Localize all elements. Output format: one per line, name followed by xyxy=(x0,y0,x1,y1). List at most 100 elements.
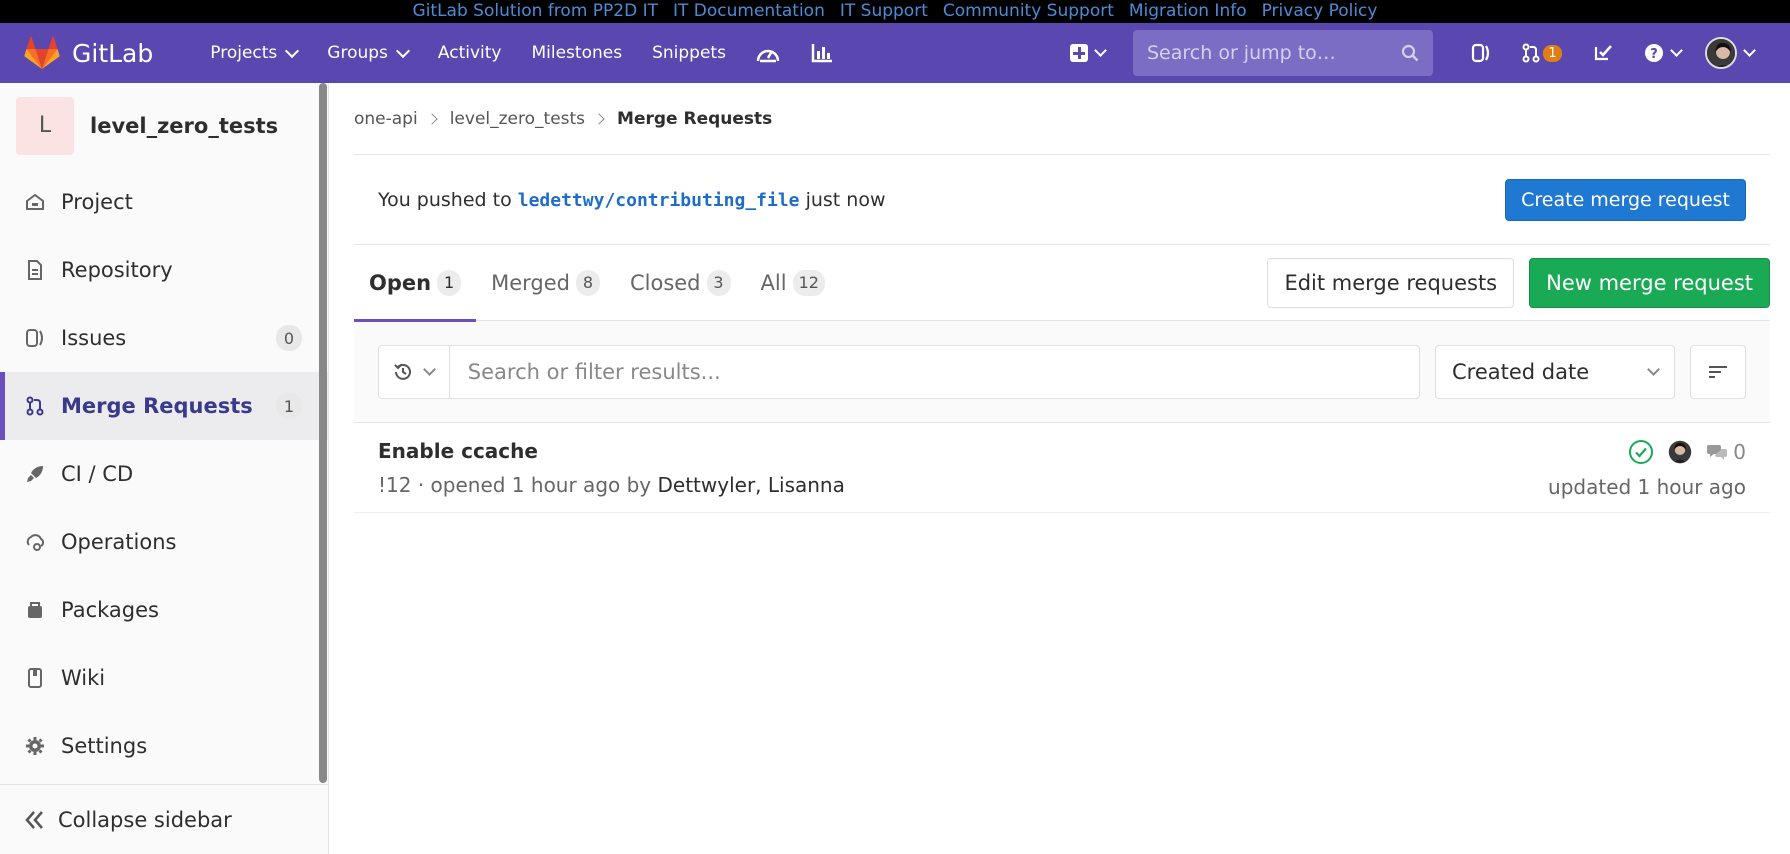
sidebar-item-wiki[interactable]: Wiki xyxy=(0,644,328,712)
chevron-down-icon xyxy=(1743,44,1756,57)
sidebar-item-packages[interactable]: Packages xyxy=(0,576,328,644)
breadcrumb-project[interactable]: level_zero_tests xyxy=(450,109,585,129)
nav-milestones[interactable]: Milestones xyxy=(516,23,637,83)
header-link-migration-info[interactable]: Migration Info xyxy=(1129,0,1247,23)
edit-merge-requests-button[interactable]: Edit merge requests xyxy=(1267,257,1515,308)
mr-main-info: Enable ccache !12 · opened 1 hour ago by… xyxy=(378,439,845,497)
todos-nav-icon[interactable] xyxy=(1575,23,1631,83)
header-link-it-documentation[interactable]: IT Documentation xyxy=(673,0,825,23)
nav-projects[interactable]: Projects xyxy=(195,23,312,83)
tab-merged[interactable]: Merged 8 xyxy=(476,245,615,321)
cloud-gear-icon xyxy=(24,531,46,553)
new-merge-request-button[interactable]: New merge request xyxy=(1529,257,1770,308)
issues-nav-icon[interactable] xyxy=(1453,23,1509,83)
sidebar-item-label: CI / CD xyxy=(61,462,134,486)
tab-closed[interactable]: Closed 3 xyxy=(615,245,746,321)
system-header: GitLab Solution from PP2D IT IT Document… xyxy=(0,0,1790,23)
plus-square-icon xyxy=(1070,44,1088,62)
sidebar-item-operations[interactable]: Operations xyxy=(0,508,328,576)
project-context-header[interactable]: L level_zero_tests xyxy=(0,83,328,168)
sidebar-item-repository[interactable]: Repository xyxy=(0,236,328,304)
question-icon: ? xyxy=(1644,44,1663,62)
gitlab-logo-link[interactable]: GitLab xyxy=(24,36,153,70)
operations-dashboard-icon[interactable] xyxy=(741,23,795,83)
sidebar-item-label: Project xyxy=(61,190,133,214)
sidebar-item-label: Operations xyxy=(61,530,177,554)
book-icon xyxy=(24,667,46,689)
push-message: You pushed to ledettwy/contributing_file… xyxy=(378,189,885,211)
header-link-community-support[interactable]: Community Support xyxy=(943,0,1114,23)
sidebar-item-label: Wiki xyxy=(61,666,106,690)
analytics-chart-icon[interactable] xyxy=(795,23,849,83)
help-dropdown[interactable]: ? xyxy=(1631,23,1693,83)
sidebar-item-project[interactable]: Project xyxy=(0,168,328,236)
user-menu[interactable] xyxy=(1705,37,1756,69)
tab-label: All xyxy=(760,270,787,295)
assignee-avatar[interactable] xyxy=(1668,440,1692,464)
top-navbar: GitLab Projects Groups Activity Mileston… xyxy=(0,23,1790,83)
merge-requests-count-badge: 1 xyxy=(1543,44,1562,62)
chevron-right-icon xyxy=(593,112,605,125)
mr-comment-count: 0 xyxy=(1733,440,1746,464)
header-link-gitlab-solution[interactable]: GitLab Solution from PP2D IT xyxy=(413,0,658,23)
package-icon xyxy=(24,599,46,621)
tab-open[interactable]: Open 1 xyxy=(354,245,477,322)
rocket-icon xyxy=(24,463,46,485)
sidebar-item-label: Packages xyxy=(61,598,159,622)
sidebar-item-settings[interactable]: Settings xyxy=(0,712,328,780)
mr-title-link[interactable]: Enable ccache xyxy=(378,439,538,463)
tab-count: 1 xyxy=(437,269,462,296)
svg-text:?: ? xyxy=(1650,47,1658,62)
main-content: one-api level_zero_tests Merge Requests … xyxy=(354,83,1770,513)
sort-dropdown[interactable]: Created date xyxy=(1435,344,1675,399)
breadcrumb-group[interactable]: one-api xyxy=(354,109,418,129)
sort-direction-button[interactable] xyxy=(1690,344,1746,399)
global-search xyxy=(1133,30,1433,76)
tab-count: 8 xyxy=(575,269,600,296)
sidebar-item-ci-cd[interactable]: CI / CD xyxy=(0,440,328,508)
merge-requests-nav-icon[interactable]: 1 xyxy=(1509,23,1575,83)
issues-icon xyxy=(24,327,46,349)
nav-snippets[interactable]: Snippets xyxy=(637,23,741,83)
push-suffix: just now xyxy=(805,188,886,211)
user-avatar xyxy=(1705,37,1737,69)
main-nav: Projects Groups Activity Milestones Snip… xyxy=(195,23,849,83)
sidebar-scrollbar[interactable] xyxy=(319,83,327,783)
collapse-sidebar-label: Collapse sidebar xyxy=(58,807,232,832)
tab-all[interactable]: All 12 xyxy=(746,245,840,321)
chevron-right-icon xyxy=(426,112,438,125)
sidebar-item-issues[interactable]: Issues 0 xyxy=(0,304,328,372)
sidebar-item-merge-requests[interactable]: Merge Requests 1 xyxy=(0,372,328,440)
sort-label: Created date xyxy=(1452,359,1590,384)
mr-side-info: 0 updated 1 hour ago xyxy=(1548,439,1746,499)
mr-author-link[interactable]: Dettwyler, Lisanna xyxy=(658,473,845,497)
mr-comments-link[interactable]: 0 xyxy=(1706,440,1746,464)
search-icon xyxy=(1401,44,1419,62)
new-item-dropdown[interactable] xyxy=(1070,44,1107,62)
mr-updated-time: updated 1 hour ago xyxy=(1548,475,1746,499)
sidebar-item-label: Issues xyxy=(61,326,127,350)
merge-request-icon xyxy=(24,395,46,417)
mr-status-icons: 0 xyxy=(1628,439,1746,465)
header-link-privacy-policy[interactable]: Privacy Policy xyxy=(1262,0,1378,23)
tab-label: Merged xyxy=(491,270,570,295)
header-link-it-support[interactable]: IT Support xyxy=(840,0,928,23)
collapse-sidebar-button[interactable]: Collapse sidebar xyxy=(0,784,328,854)
breadcrumb-current[interactable]: Merge Requests xyxy=(617,109,772,129)
gitlab-tanuki-icon xyxy=(24,36,60,69)
filter-search-input[interactable] xyxy=(449,359,1419,384)
global-search-input[interactable] xyxy=(1147,42,1387,64)
filtered-search xyxy=(378,344,1420,399)
push-prefix: You pushed to xyxy=(378,188,512,211)
nav-activity[interactable]: Activity xyxy=(423,23,517,83)
navbar-right: 1 ? xyxy=(1070,23,1790,83)
tab-label: Open xyxy=(369,270,432,295)
pushed-branch-link[interactable]: ledettwy/contributing_file xyxy=(518,190,800,211)
history-icon xyxy=(394,363,412,380)
create-merge-request-button[interactable]: Create merge request xyxy=(1505,178,1746,221)
nav-groups[interactable]: Groups xyxy=(312,23,423,83)
double-chevron-left-icon xyxy=(24,810,46,830)
merge-requests-count-badge: 1 xyxy=(276,393,302,419)
pipeline-passed-icon[interactable] xyxy=(1628,439,1654,465)
recent-searches-dropdown[interactable] xyxy=(379,345,450,398)
